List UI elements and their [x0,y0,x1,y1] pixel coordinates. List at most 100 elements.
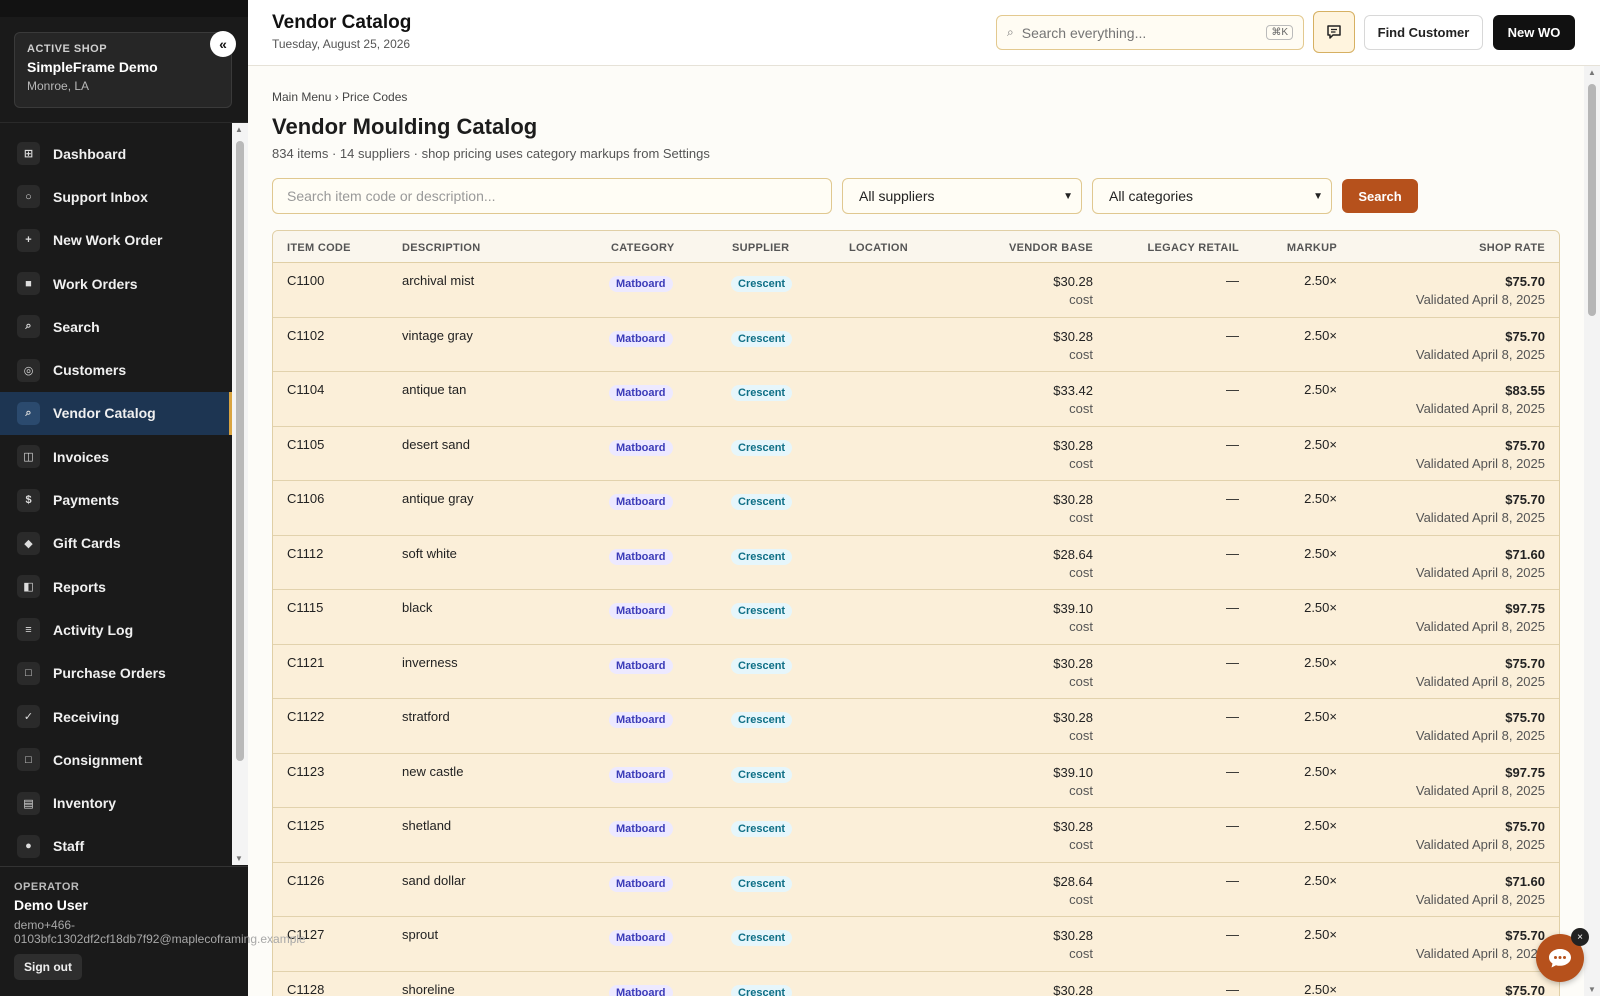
sidebar-item-search[interactable]: ⌕ Search [0,305,232,348]
sidebar-item-work-orders[interactable]: ■ Work Orders [0,262,232,305]
operator-name: Demo User [14,897,88,913]
scroll-down-arrow-icon[interactable]: ▼ [235,854,243,863]
vendor-base-cell: $28.64 cost [1053,873,1093,909]
breadcrumb[interactable]: Main Menu › Price Codes [272,90,407,104]
page-scroll-thumb[interactable] [1588,84,1596,316]
sidebar-scroll-thumb[interactable] [236,141,244,761]
sidebar-item-vendor-catalog[interactable]: ⌕ Vendor Catalog [0,391,232,436]
column-header-description[interactable]: DESCRIPTION [402,242,480,254]
category-badge: Matboard [609,330,673,347]
sidebar-item-consignment[interactable]: □ Consignment [0,738,232,781]
legacy-retail: — [1226,927,1239,942]
sidebar-item-new-work-order[interactable]: + New Work Order [0,219,232,262]
sidebar-item-customers[interactable]: ◎ Customers [0,348,232,391]
legacy-retail: — [1226,382,1239,397]
category-badge: Matboard [609,821,673,837]
supplier-badge: Crescent [731,766,793,783]
table-row[interactable]: C1125 shetland Matboard Crescent $30.28 cost —… [273,808,1559,863]
sidebar-item-dashboard[interactable]: ⊞ Dashboard [0,132,232,175]
table-row[interactable]: C1102 vintage gray Matboard Crescent $30.28 c… [273,317,1559,372]
vendor-base-price: $30.28 [1053,982,1093,996]
category-select[interactable]: All categories ▼ [1092,178,1332,214]
table-row[interactable]: C1126 sand dollar Matboard Crescent $28.64 co… [273,862,1559,917]
sidebar-item-payments[interactable]: $ Payments [0,478,232,521]
global-search-input[interactable] [1021,24,1267,41]
column-header-location[interactable]: LOCATION [849,242,908,254]
supplier-select[interactable]: All suppliers ▼ [842,178,1082,214]
sidebar-item-activity-log[interactable]: ≡ Activity Log [0,608,232,651]
sidebar-item-label: Staff [53,838,85,855]
sign-out-button[interactable]: Sign out [14,954,82,980]
table-row[interactable]: C1122 stratford Matboard Crescent $30.28 cost… [273,699,1559,754]
supplier-badge: Crescent [731,821,793,837]
shop-rate-price: $75.70 [1505,982,1545,996]
table-row[interactable]: C1115 black Matboard Crescent $39.10 cost — 2.5… [273,590,1559,645]
column-header-supplier[interactable]: SUPPLIER [732,242,789,254]
shop-rate-price: $75.70 [1505,655,1545,671]
shop-rate-price: $71.60 [1505,546,1545,562]
markup-value: 2.50× [1304,927,1337,942]
item-description: sand dollar [402,872,466,888]
shop-rate-validated: Validated April 8, 2025 [1415,782,1545,798]
global-search[interactable]: ⌕ ⌘K [996,15,1304,50]
legacy-retail: — [1226,654,1239,670]
collapse-sidebar-button[interactable]: « [210,31,236,57]
find-customer-button[interactable]: Find Customer [1364,15,1483,50]
legacy-retail: — [1226,545,1239,561]
chevron-down-icon: ▼ [1063,190,1073,202]
category-badge: Matboard [609,494,673,510]
scroll-up-arrow-icon[interactable]: ▲ [235,125,243,134]
active-shop-card[interactable]: ACTIVE SHOP SimpleFrame Demo Monroe, LA [14,32,232,108]
sidebar-item-invoices[interactable]: ◫ Invoices [0,435,232,478]
vendor-base-note: cost [1069,401,1093,416]
shop-rate-cell: $75.70 Validated April 8, 2025 [1416,273,1545,309]
sidebar-item-receiving[interactable]: ✓ Receiving [0,695,232,738]
new-work-order-button[interactable]: New WO [1493,15,1575,50]
operator-label: OPERATOR [14,881,80,893]
column-header-vendor-base[interactable]: VENDOR BASE [1009,242,1093,254]
sidebar-item-staff[interactable]: ● Staff [0,825,232,868]
search-button[interactable]: Search [1342,179,1418,213]
vendor-base-price: $30.28 [1053,655,1093,671]
table-row[interactable]: C1112 soft white Matboard Crescent $28.64 cos… [273,535,1559,590]
close-chat-icon[interactable]: × [1571,928,1589,946]
consignment-icon: □ [17,748,40,772]
vendor-base-price: $28.64 [1053,873,1093,889]
table-row[interactable]: C1100 archival mist Matboard Crescent $30.28… [273,263,1559,318]
item-code: C1126 [287,872,325,888]
table-row[interactable]: C1105 desert sand Matboard Crescent $30.28 co… [273,426,1559,481]
legacy-retail: — [1226,273,1239,288]
sidebar-item-label: Dashboard [53,145,127,162]
sidebar-item-purchase-orders[interactable]: □ Purchase Orders [0,652,232,695]
sidebar-scrollbar[interactable]: ▲ ▼ [232,123,248,865]
column-header-category[interactable]: CATEGORY [611,242,675,254]
shop-rate-cell: $75.70 Validated April 8, 2025 [1416,818,1545,854]
table-row[interactable]: C1123 new castle Matboard Crescent $39.10 cos… [273,753,1559,808]
shop-rate-price: $75.70 [1505,819,1545,834]
vendor-base-price: $30.28 [1053,710,1093,725]
vendor-base-price: $28.64 [1053,546,1093,562]
table-row[interactable]: C1127 sprout Matboard Crescent $30.28 cost —2.… [273,917,1559,972]
shop-rate-validated: Validated April 8, 2025 [1415,292,1545,307]
table-row[interactable]: C1106 antique gray Matboard Crescent $30.28 c… [273,481,1559,536]
scroll-up-arrow-icon[interactable]: ▲ [1588,68,1596,77]
table-row[interactable]: C1128 shoreline Matboard Crescent $30.28cost… [273,971,1559,996]
sidebar-item-gift-cards[interactable]: ◆ Gift Cards [0,522,232,565]
messages-button[interactable] [1313,11,1355,53]
scroll-down-arrow-icon[interactable]: ▼ [1588,985,1596,994]
vendor-base-note: cost [1069,946,1093,961]
item-search-input[interactable]: Search item code or description... [272,178,832,214]
vendor-base-note: cost [1069,510,1093,525]
column-header-legacy-retail[interactable]: LEGACY RETAIL [1148,242,1240,254]
column-header-shop-rate[interactable]: SHOP RATE [1479,242,1545,254]
markup-value: 2.50× [1304,436,1337,452]
sidebar-item-reports[interactable]: ◧ Reports [0,565,232,608]
sidebar-item-support-inbox[interactable]: ○ Support Inbox [0,175,232,218]
page-scrollbar[interactable]: ▲ ▼ [1584,66,1600,996]
table-row[interactable]: C1121 inverness Matboard Crescent $30.28 cost… [273,644,1559,699]
sidebar-item-inventory[interactable]: ▤ Inventory [0,781,232,824]
table-row[interactable]: C1104 antique tan Matboard Crescent $33.42 co… [273,372,1559,427]
column-header-markup[interactable]: MARKUP [1287,242,1337,254]
item-description: vintage gray [402,327,473,343]
column-header-item-code[interactable]: ITEM CODE [287,242,351,254]
